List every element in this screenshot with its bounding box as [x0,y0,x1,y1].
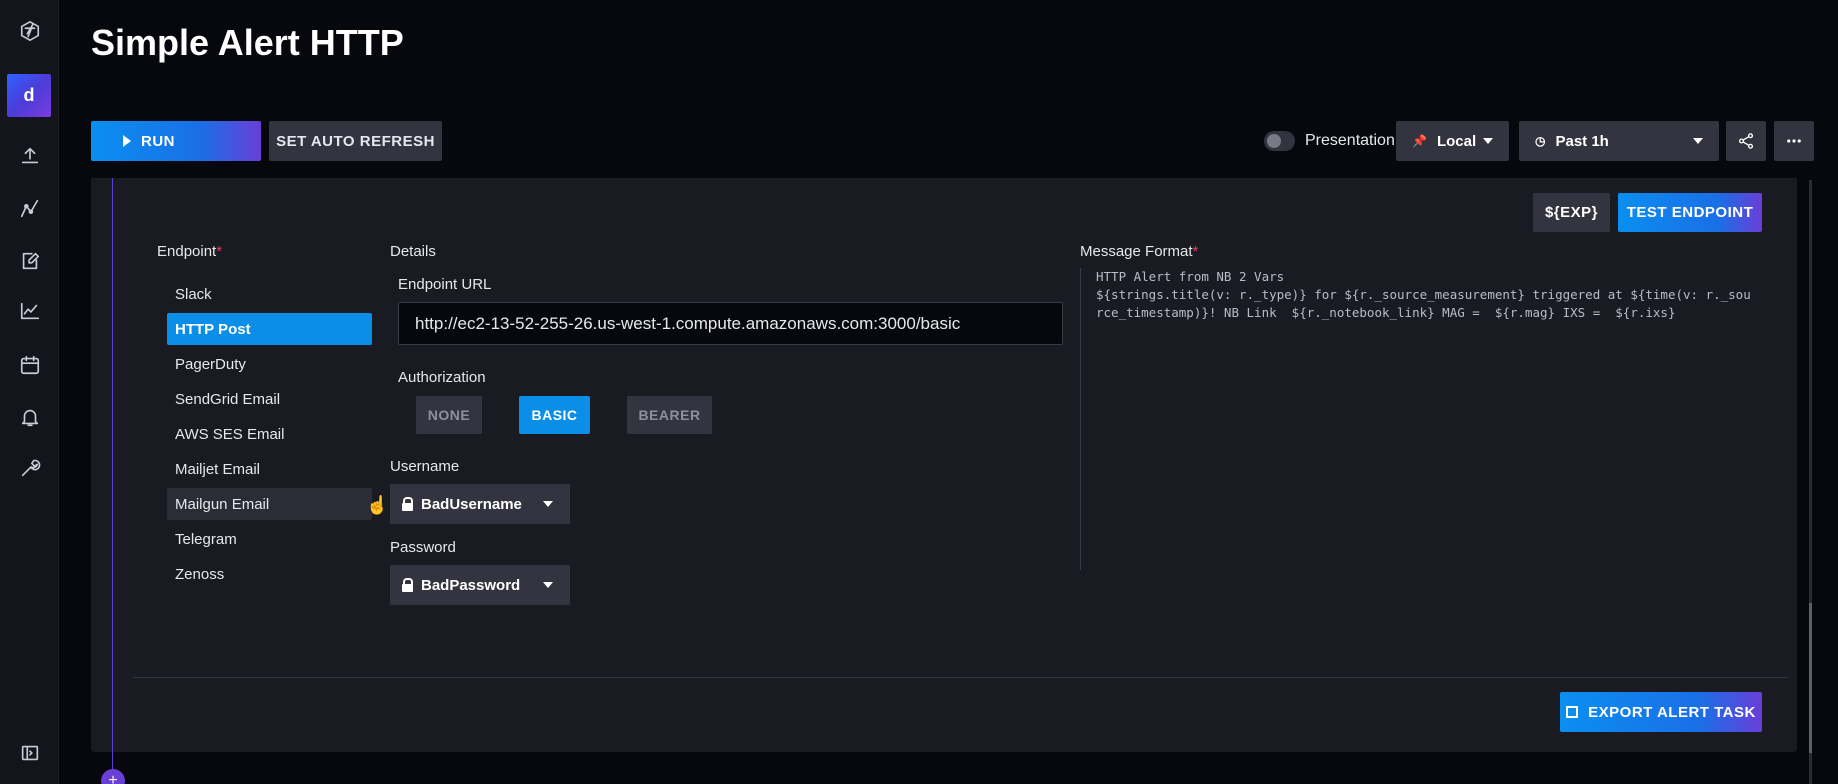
time-range-label: Past 1h [1555,132,1609,150]
password-value: BadPassword [421,576,521,594]
endpoint-item[interactable]: Mailjet Email [167,453,372,485]
set-auto-refresh-button[interactable]: SET AUTO REFRESH [269,121,442,161]
endpoint-item[interactable]: Zenoss [167,558,372,590]
endpoint-item[interactable]: AWS SES Email [167,418,372,450]
external-link-icon [1566,706,1579,718]
left-nav: d [0,0,59,784]
upload-icon[interactable] [8,134,51,177]
details-heading: Details [390,243,436,260]
logo-icon[interactable] [8,9,51,52]
message-format-heading: Message Format* [1080,243,1198,260]
time-range-dropdown[interactable]: ◷ Past 1h [1519,121,1719,161]
auth-bearer-button[interactable]: BEARER [627,396,712,434]
required-marker: * [1192,243,1199,260]
tasks-icon[interactable] [8,343,51,386]
local-dropdown[interactable]: 📌 Local [1396,121,1509,161]
message-format-textarea[interactable]: HTTP Alert from NB 2 Vars ${strings.titl… [1096,268,1756,322]
endpoint-url-input[interactable] [398,302,1063,345]
notebook-icon[interactable] [8,239,51,282]
authorization-label: Authorization [398,369,486,386]
play-icon [123,135,131,147]
endpoint-item[interactable]: Slack [167,278,372,310]
password-label: Password [390,539,456,556]
more-options-button[interactable] [1774,121,1814,161]
collapse-icon[interactable] [8,731,51,774]
export-label: EXPORT ALERT TASK [1588,703,1756,721]
message-format-heading-text: Message Format [1080,243,1193,260]
divider [133,677,1788,678]
username-value: BadUsername [421,495,522,513]
toggle-switch[interactable] [1264,131,1295,151]
auth-none-button[interactable]: NONE [416,396,482,434]
endpoint-item[interactable]: Telegram [167,523,372,555]
endpoint-item[interactable]: PagerDuty [167,348,372,380]
endpoint-item[interactable]: SendGrid Email [167,383,372,415]
required-marker: * [216,243,223,260]
username-dropdown[interactable]: BadUsername [390,484,570,524]
endpoint-heading: Endpoint* [157,243,222,260]
alerts-icon[interactable] [8,395,51,438]
notebook-timeline [112,178,113,784]
chevron-down-icon [543,582,553,588]
password-dropdown[interactable]: BadPassword [390,565,570,605]
chevron-down-icon [543,501,553,507]
pin-icon: 📌 [1412,134,1427,148]
clock-icon: ◷ [1535,134,1546,148]
data-explorer-icon[interactable] [8,187,51,230]
lock-icon [402,497,413,511]
auth-basic-button[interactable]: BASIC [519,396,590,434]
run-button[interactable]: RUN [91,121,261,161]
endpoint-item[interactable]: HTTP Post [167,313,372,345]
test-endpoint-button[interactable]: TEST ENDPOINT [1618,193,1762,232]
local-label: Local [1436,132,1477,150]
scrollbar-thumb[interactable] [1809,603,1812,753]
expression-button[interactable]: ${EXP} [1533,193,1610,232]
chevron-down-icon [1483,138,1493,144]
avatar[interactable]: d [7,74,51,117]
message-format-border [1080,268,1081,570]
page-title: Simple Alert HTTP [91,22,404,63]
ellipsis-icon [1787,139,1801,143]
endpoint-url-label: Endpoint URL [398,276,492,293]
settings-icon[interactable] [8,446,51,489]
export-alert-task-button[interactable]: EXPORT ALERT TASK [1560,692,1762,732]
share-button[interactable] [1726,121,1766,161]
presentation-label: Presentation [1305,132,1395,149]
chevron-down-icon [1693,138,1703,144]
dashboard-icon[interactable] [8,289,51,332]
endpoint-item[interactable]: Mailgun Email [167,488,372,520]
add-cell-icon[interactable]: + [101,769,125,784]
endpoint-heading-text: Endpoint [157,243,217,260]
lock-icon [402,578,413,592]
run-label: RUN [141,132,175,150]
presentation-toggle[interactable]: Presentation [1264,121,1395,161]
mouse-cursor-icon: ☝ [366,495,389,515]
username-label: Username [390,458,460,475]
share-icon [1738,133,1754,149]
